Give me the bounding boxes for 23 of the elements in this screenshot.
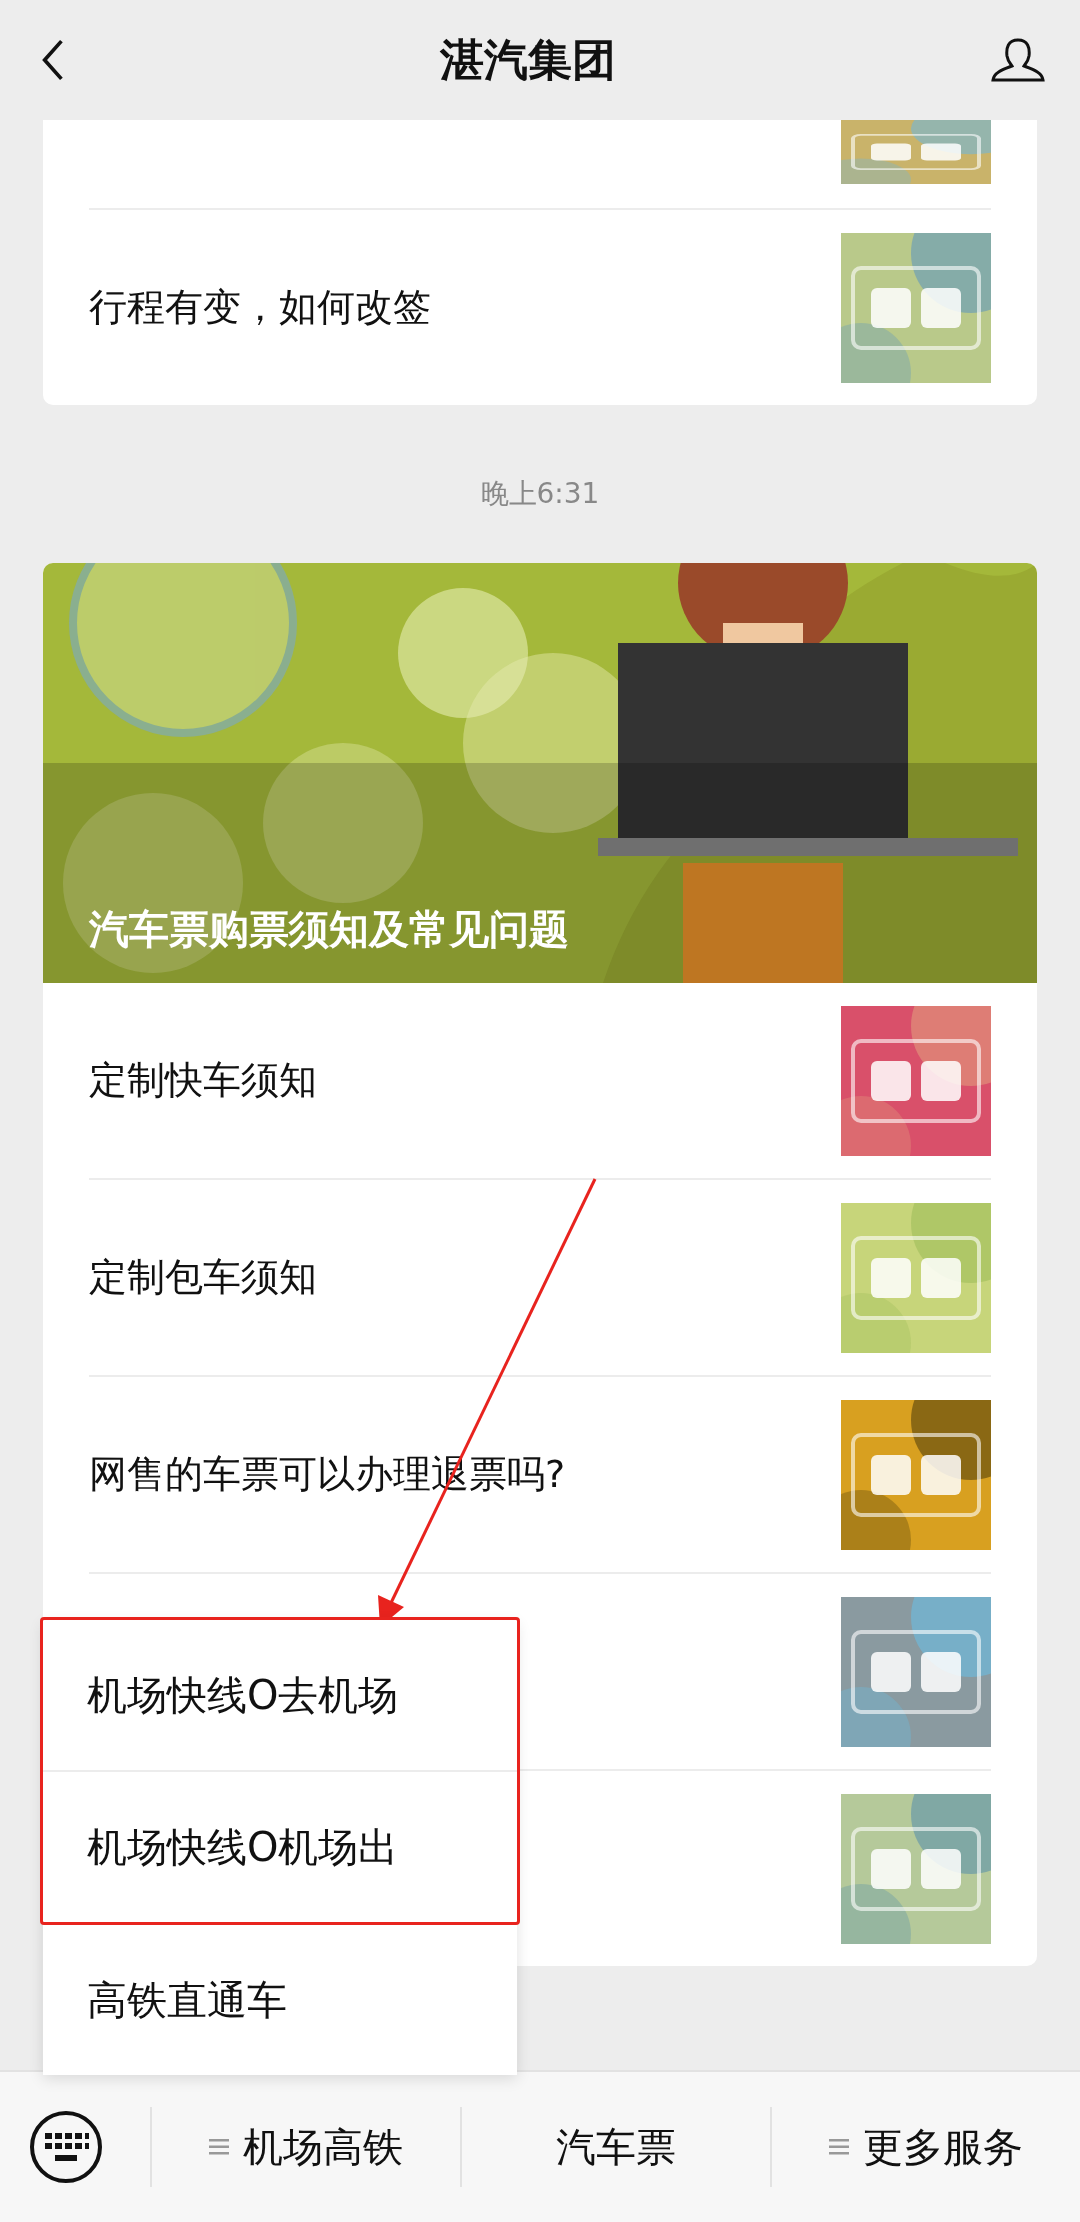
menu-label: 机场高铁: [243, 2122, 403, 2172]
menu-label: 更多服务: [863, 2122, 1023, 2172]
article-title: 定制包车须知: [89, 1254, 317, 1301]
menu-tab[interactable]: 更多服务: [770, 2107, 1080, 2187]
menu-tab[interactable]: 汽车票: [460, 2107, 770, 2187]
keyboard-icon[interactable]: [28, 2109, 104, 2185]
back-icon[interactable]: [40, 39, 66, 81]
person-icon[interactable]: [990, 36, 1046, 84]
menu-item[interactable]: 高铁直通车: [43, 1925, 517, 2075]
list-icon: [209, 2138, 229, 2156]
timestamp: 晚上6:31: [480, 476, 600, 512]
article-row[interactable]: 行程有变，如何改签: [89, 208, 991, 405]
menu-item[interactable]: 机场快线O去机场: [43, 1620, 517, 1770]
article-title: 定制快车须知: [89, 1057, 317, 1104]
menu-tab[interactable]: 机场高铁: [150, 2107, 460, 2187]
window-title: 湛汽集团: [440, 32, 616, 87]
menu-item[interactable]: 机场快线O机场出: [43, 1772, 517, 1922]
article-title: 行程有变，如何改签: [89, 284, 431, 331]
menu-label: 汽车票: [556, 2122, 676, 2172]
article-row[interactable]: 定制包车须知: [89, 1178, 991, 1375]
list-icon: [829, 2138, 849, 2156]
cover-title: 汽车票购票须知及常见问题: [89, 905, 569, 954]
article-row[interactable]: 定制快车须知: [89, 983, 991, 1178]
